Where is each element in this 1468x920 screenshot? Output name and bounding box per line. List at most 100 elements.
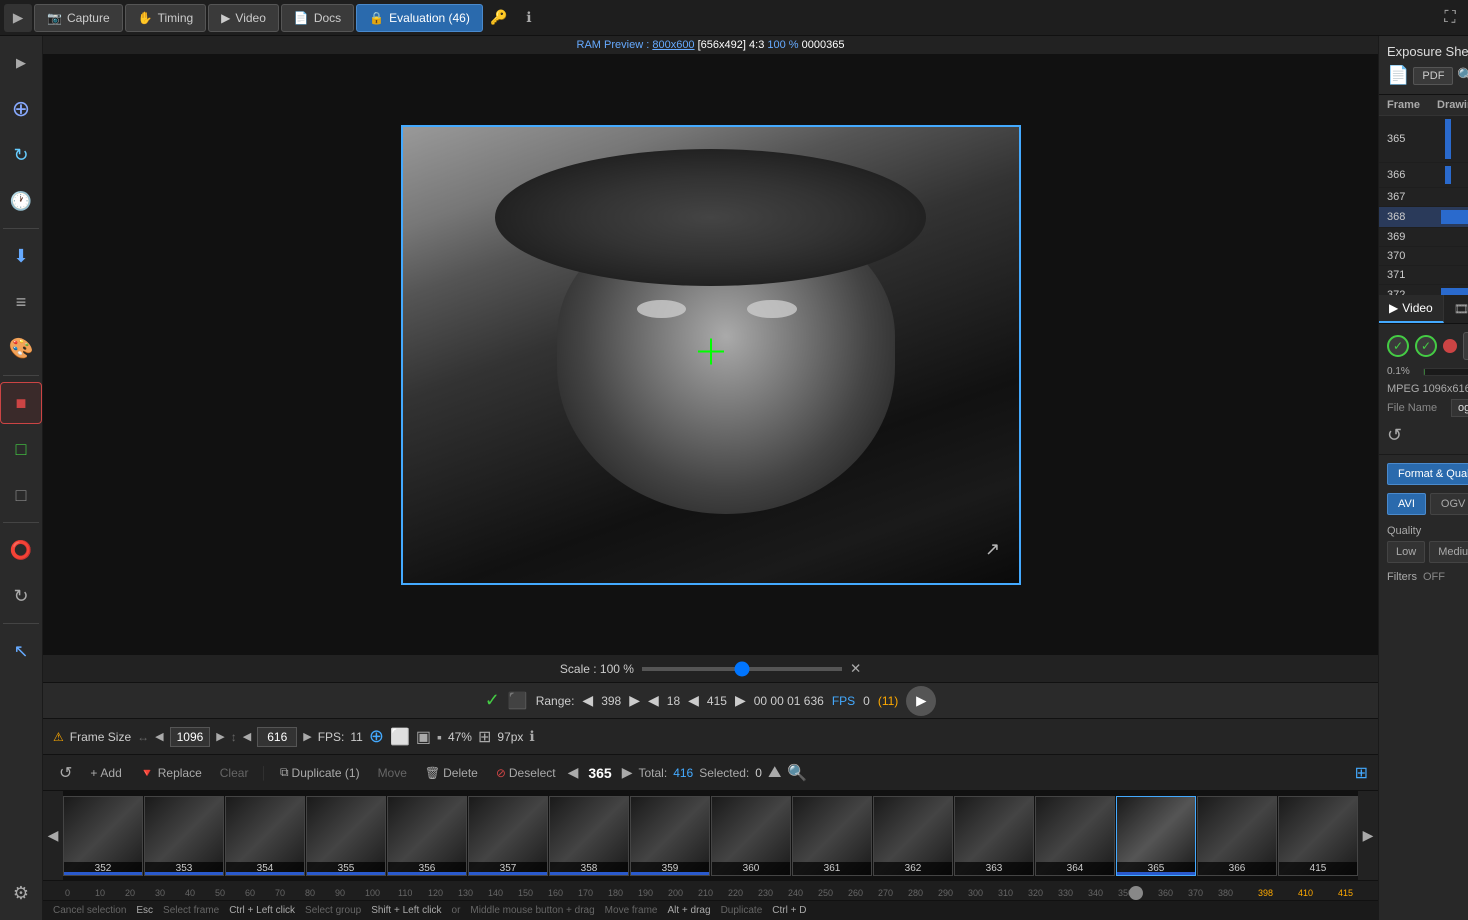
ratio-button[interactable]: ▣ <box>416 727 431 747</box>
sequence-tab[interactable]: 🎞 Sequence <box>1444 295 1468 323</box>
info-frame-button[interactable]: ℹ <box>529 728 534 745</box>
replace-button[interactable]: 🔻 Replace <box>134 763 208 783</box>
drawing-365 <box>1429 116 1468 163</box>
thumb-357[interactable]: 357 <box>468 796 548 876</box>
frame-prev-button[interactable]: ◀ <box>568 764 579 781</box>
settings-button[interactable]: ⚙ <box>0 872 42 914</box>
fullscreen-button[interactable]: ⛶ <box>1436 4 1464 32</box>
play-button[interactable]: ▶ <box>906 686 936 716</box>
thumb-363[interactable]: 363 <box>954 796 1034 876</box>
timeline-prev-button[interactable]: ◀ <box>43 791 63 880</box>
thumb-356[interactable]: 356 <box>387 796 467 876</box>
thumb-364[interactable]: 364 <box>1035 796 1115 876</box>
rotate-button[interactable]: ↻ <box>0 134 42 176</box>
thumb-360[interactable]: 360 <box>711 796 791 876</box>
frame-371: 371 <box>1379 266 1429 285</box>
thumb-355[interactable]: 355 <box>306 796 386 876</box>
playhead-handle[interactable] <box>1129 886 1143 900</box>
download-button[interactable]: ⬇ <box>0 235 42 277</box>
clear-button[interactable]: Clear <box>214 763 255 783</box>
peak-button[interactable]: ⛰ <box>768 764 781 782</box>
ruler-mark-60: 60 <box>245 888 255 898</box>
height-prev-button[interactable]: ◀ <box>243 730 251 743</box>
add-frame-button[interactable]: ⊕ <box>369 726 384 747</box>
thumb-365-active[interactable]: 365 <box>1116 796 1196 876</box>
close-scale-button[interactable]: ✕ <box>850 661 861 677</box>
low-quality-button[interactable]: Low <box>1387 541 1425 563</box>
preview-canvas[interactable]: ↗ <box>401 125 1021 585</box>
ogv-format-button[interactable]: OGV <box>1430 493 1468 515</box>
pointer-button[interactable]: ↖ <box>0 630 42 672</box>
thumb-366[interactable]: 366 <box>1197 796 1277 876</box>
range-start-next-button[interactable]: ▶ <box>629 692 640 709</box>
green-rect-button[interactable]: □ <box>0 428 42 470</box>
add-layer-button[interactable]: ⊕ <box>0 88 42 130</box>
expand-sidebar-button[interactable]: ▶ <box>4 4 32 32</box>
avi-format-button[interactable]: AVI <box>1387 493 1426 515</box>
undo-encode-button[interactable]: ↺ <box>1387 425 1402 446</box>
preview-res-link[interactable]: 800x600 <box>652 39 694 51</box>
key-icon-button[interactable]: 🔑 <box>485 4 513 32</box>
width-next-button[interactable]: ▶ <box>216 730 224 743</box>
deselect-button[interactable]: ⊘ Deselect <box>490 763 562 783</box>
thumb-352[interactable]: 352 <box>63 796 143 876</box>
pdf-button[interactable]: PDF <box>1413 67 1453 85</box>
medium-quality-button[interactable]: Medium <box>1429 541 1468 563</box>
tab-timing[interactable]: ✋ Timing <box>125 4 207 32</box>
delete-button[interactable]: 🗑 Delete <box>419 763 484 783</box>
red-rect-button[interactable]: ■ <box>0 382 42 424</box>
duplicate-button[interactable]: ⧉ Duplicate (1) <box>274 762 366 783</box>
thumb-358[interactable]: 358 <box>549 796 629 876</box>
format-quality-tab[interactable]: Format & Quality <box>1387 463 1468 485</box>
video-tab[interactable]: ▶ Video <box>1379 295 1444 323</box>
expand-tool-button[interactable]: ▶ <box>0 42 42 84</box>
timecode-display: 00 00 01 636 <box>754 694 824 708</box>
thumb-359[interactable]: 359 <box>630 796 710 876</box>
paint-button[interactable]: 🎨 <box>0 327 42 369</box>
add-button[interactable]: + Add <box>84 763 127 783</box>
ruler-mark-120: 120 <box>428 888 443 898</box>
clock-button[interactable]: 🕐 <box>0 180 42 222</box>
tab-capture[interactable]: 📷 Capture <box>34 4 123 32</box>
crop-button[interactable]: ⬜ <box>390 727 410 747</box>
thumb-362[interactable]: 362 <box>873 796 953 876</box>
timeline-next-button[interactable]: ▶ <box>1358 791 1378 880</box>
encode-video-button[interactable]: Encode Video <box>1463 332 1468 360</box>
timeline-ruler[interactable]: 0 10 20 30 40 50 60 70 80 90 100 110 120… <box>43 880 1378 900</box>
grid-button[interactable]: ⊞ <box>478 727 491 747</box>
tab-docs[interactable]: 📄 Docs <box>281 4 354 32</box>
range-start-prev-button[interactable]: ◀ <box>582 692 593 709</box>
grid-view-button[interactable]: ⊞ <box>1355 763 1368 783</box>
width-prev-button[interactable]: ◀ <box>155 730 163 743</box>
frame-mode-button[interactable]: ▪ <box>437 729 442 745</box>
evaluation-button[interactable]: 🔒 Evaluation (46) <box>356 4 483 32</box>
height-next-button[interactable]: ▶ <box>303 730 311 743</box>
exposure-data-table: Frame Drawing 365 366 <box>1379 95 1468 295</box>
search-icon-button[interactable]: 🔍 <box>1457 67 1468 84</box>
info-button[interactable]: ℹ <box>515 4 543 32</box>
zoom-button[interactable]: 🔍 <box>787 763 807 783</box>
ruler-mark-415: 415 <box>1338 888 1353 898</box>
pdf-icon-button[interactable]: 📄 <box>1387 65 1409 86</box>
move-button[interactable]: Move <box>372 763 413 783</box>
thumb-361[interactable]: 361 <box>792 796 872 876</box>
scale-slider[interactable] <box>642 667 842 671</box>
thumb-354[interactable]: 354 <box>225 796 305 876</box>
format-buttons: AVI OGV WebM WebP 📷 <box>1387 493 1468 515</box>
layers-button[interactable]: ≡ <box>0 281 42 323</box>
progress-bar-background <box>1423 368 1468 376</box>
thumb-353[interactable]: 353 <box>144 796 224 876</box>
tab-video[interactable]: ▶ Video <box>208 4 279 32</box>
file-name-input[interactable] <box>1451 399 1468 417</box>
thumb-415[interactable]: 415 <box>1278 796 1358 876</box>
gray-rect-button[interactable]: □ <box>0 474 42 516</box>
refresh-button[interactable]: ↻ <box>0 575 42 617</box>
range-frame-next-button[interactable]: ▶ <box>735 692 746 709</box>
range-end-prev-button[interactable]: ◀ <box>648 692 659 709</box>
frame-next-button[interactable]: ▶ <box>622 764 633 781</box>
color-wheel-button[interactable]: ⭕ <box>0 529 42 571</box>
cancel-key: Esc <box>136 905 153 916</box>
ruler-mark-110: 110 <box>398 888 412 898</box>
undo-button[interactable]: ↺ <box>53 760 78 786</box>
range-frame-button[interactable]: ◀ <box>688 692 699 709</box>
